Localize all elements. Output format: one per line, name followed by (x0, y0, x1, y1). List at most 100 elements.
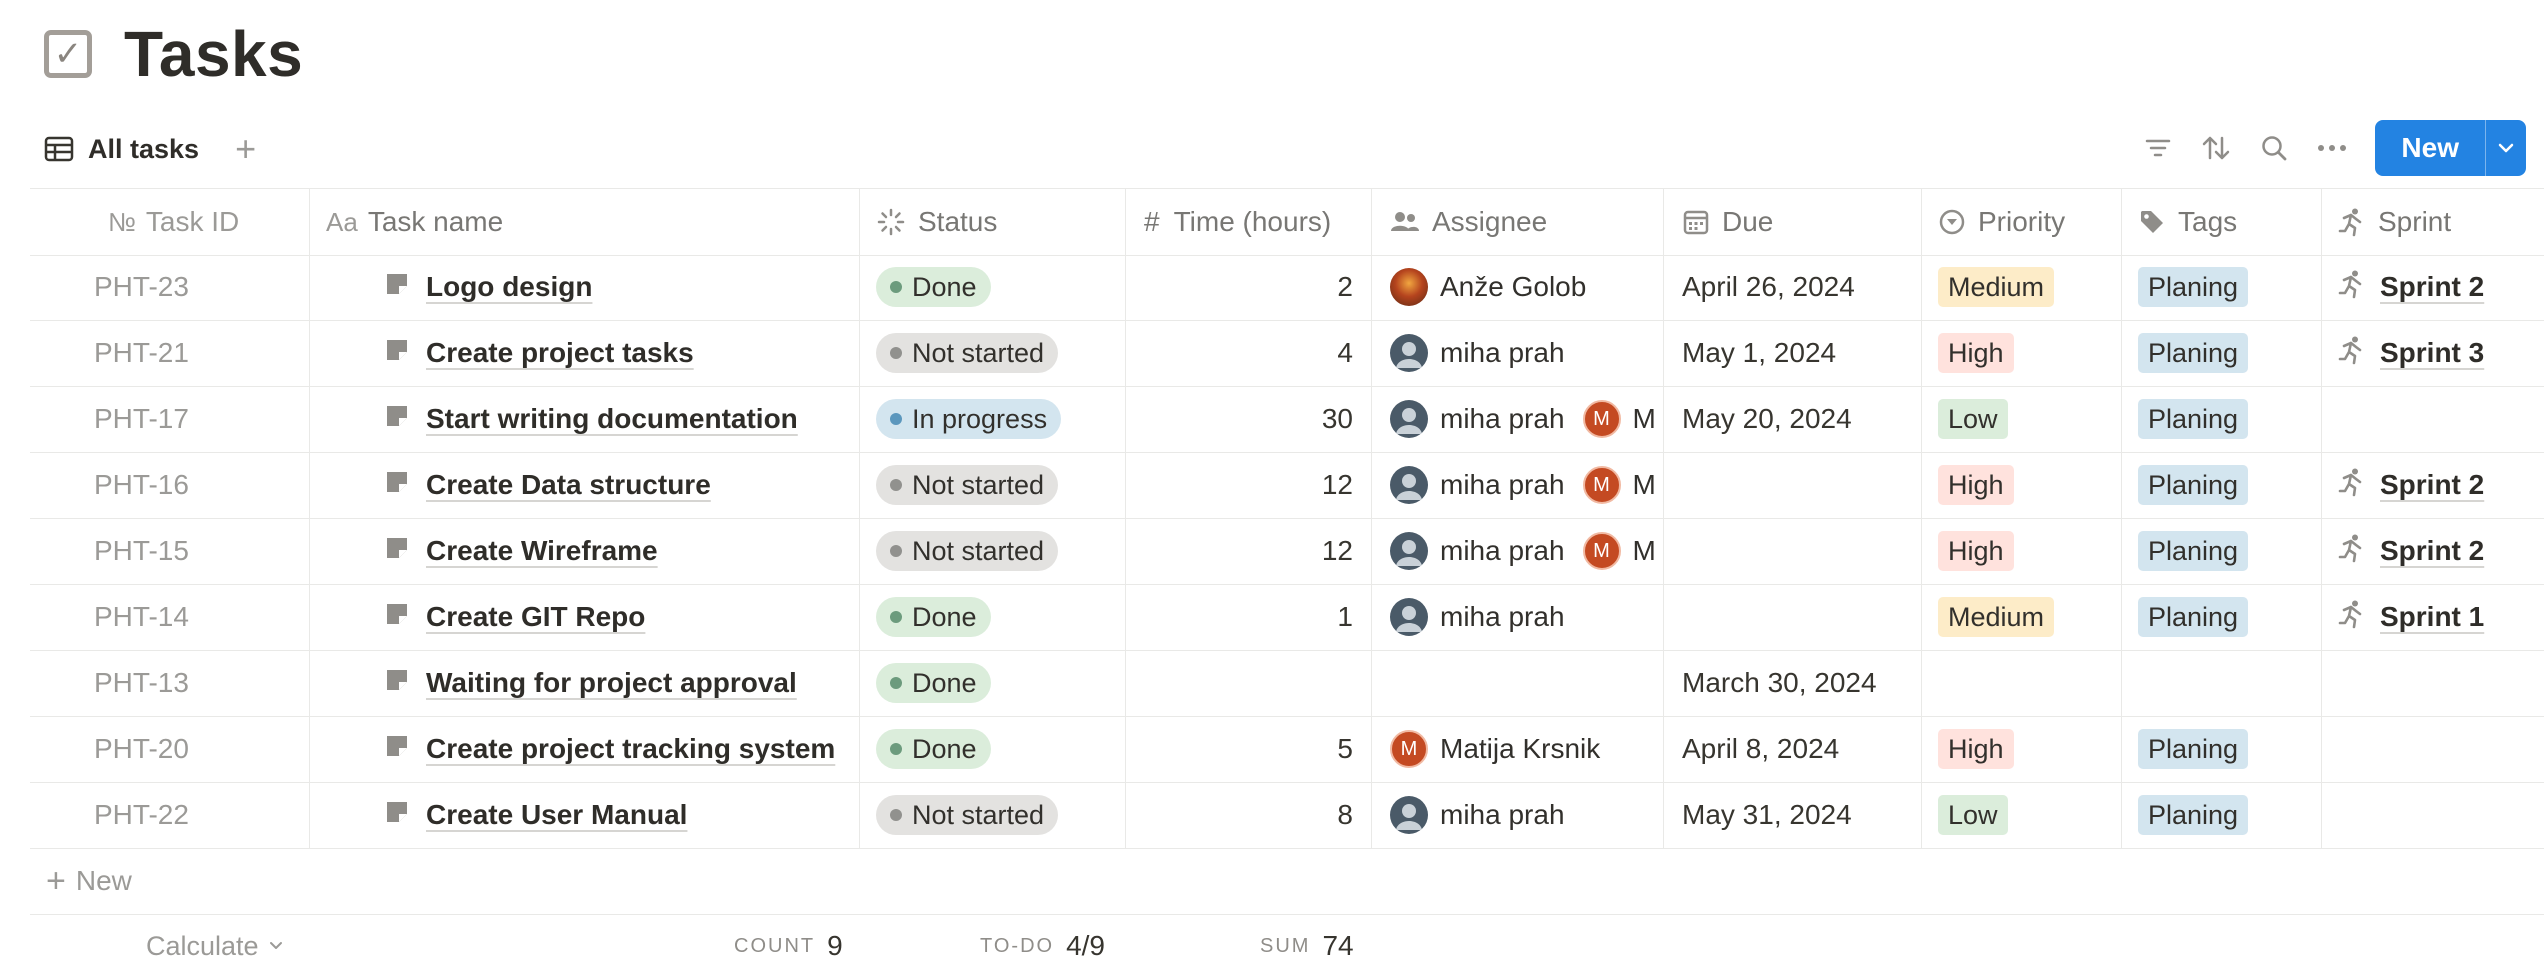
task-id-cell[interactable]: PHT-17 (30, 386, 310, 452)
table-row[interactable]: PHT-20 Create project tracking system Done… (30, 716, 2544, 783)
sprint-link[interactable]: Sprint 2 (2380, 469, 2484, 501)
assignee-cell[interactable]: miha prah (1372, 584, 1664, 650)
task-id-cell[interactable]: PHT-22 (30, 782, 310, 848)
due-cell[interactable]: April 26, 2024 (1664, 254, 1922, 320)
sprint-link[interactable]: Sprint 3 (2380, 337, 2484, 369)
task-id-cell[interactable]: PHT-16 (30, 452, 310, 518)
status-cell[interactable]: In progress (860, 386, 1126, 452)
table-row[interactable]: PHT-15 Create Wireframe Not started 12 miha … (30, 518, 2544, 585)
tags-cell[interactable]: Planing (2122, 782, 2322, 848)
new-button[interactable]: New (2375, 120, 2485, 176)
task-name-cell[interactable]: Start writing documentation (310, 386, 860, 452)
task-name-link[interactable]: Logo design (426, 271, 592, 303)
due-cell[interactable] (1664, 452, 1922, 518)
task-name-link[interactable]: Create project tracking system (426, 733, 835, 765)
filter-icon[interactable] (2129, 120, 2187, 176)
priority-cell[interactable] (1922, 650, 2122, 716)
sprint-link[interactable]: Sprint 2 (2380, 271, 2484, 303)
sum-aggregate[interactable]: SUM 74 (1260, 918, 1354, 974)
tags-cell[interactable]: Planing (2122, 584, 2322, 650)
task-id-cell[interactable]: PHT-15 (30, 518, 310, 584)
table-row[interactable]: PHT-17 Start writing documentation In prog… (30, 386, 2544, 453)
tags-cell[interactable]: Planing (2122, 254, 2322, 320)
status-cell[interactable]: Not started (860, 782, 1126, 848)
due-cell[interactable]: April 8, 2024 (1664, 716, 1922, 782)
status-cell[interactable]: Done (860, 716, 1126, 782)
assignee-cell[interactable]: M Matija Krsnik (1372, 716, 1664, 782)
search-icon[interactable] (2245, 120, 2303, 176)
table-row[interactable]: PHT-22 Create User Manual Not started 8 miha… (30, 782, 2544, 849)
task-name-link[interactable]: Create User Manual (426, 799, 687, 831)
task-name-link[interactable]: Create Data structure (426, 469, 711, 501)
assignee-cell[interactable]: miha prah M M (1372, 452, 1664, 518)
task-name-link[interactable]: Create project tasks (426, 337, 694, 369)
column-tags[interactable]: Tags (2122, 189, 2322, 255)
task-name-cell[interactable]: Create project tasks (310, 320, 860, 386)
priority-cell[interactable]: High (1922, 716, 2122, 782)
table-row[interactable]: PHT-16 Create Data structure Not started 12… (30, 452, 2544, 519)
status-cell[interactable]: Not started (860, 320, 1126, 386)
status-cell[interactable]: Not started (860, 452, 1126, 518)
assignee-cell[interactable] (1372, 650, 1664, 716)
tags-cell[interactable]: Planing (2122, 386, 2322, 452)
column-assignee[interactable]: Assignee (1372, 189, 1664, 255)
task-name-link[interactable]: Create Wireframe (426, 535, 658, 567)
checkbox-icon[interactable]: ✓ (44, 30, 92, 78)
sprint-cell[interactable]: Sprint 1 (2322, 584, 2544, 650)
sprint-cell[interactable]: Sprint 2 (2322, 452, 2544, 518)
tags-cell[interactable]: Planing (2122, 320, 2322, 386)
sprint-cell[interactable] (2322, 782, 2544, 848)
priority-cell[interactable]: Medium (1922, 584, 2122, 650)
task-name-link[interactable]: Create GIT Repo (426, 601, 645, 633)
time-cell[interactable]: 1 (1126, 584, 1372, 650)
sprint-cell[interactable]: Sprint 2 (2322, 254, 2544, 320)
calculate-menu[interactable]: Calculate (146, 918, 285, 974)
due-cell[interactable] (1664, 584, 1922, 650)
task-name-cell[interactable]: Create GIT Repo (310, 584, 860, 650)
status-cell[interactable]: Done (860, 650, 1126, 716)
tags-cell[interactable]: Planing (2122, 518, 2322, 584)
assignee-cell[interactable]: miha prah (1372, 782, 1664, 848)
priority-cell[interactable]: High (1922, 320, 2122, 386)
status-cell[interactable]: Done (860, 254, 1126, 320)
task-id-cell[interactable]: PHT-21 (30, 320, 310, 386)
column-status[interactable]: Status (860, 189, 1126, 255)
priority-cell[interactable]: High (1922, 518, 2122, 584)
add-row-button[interactable]: + New (30, 848, 2544, 915)
assignee-cell[interactable]: Anže Golob (1372, 254, 1664, 320)
due-cell[interactable]: May 20, 2024 (1664, 386, 1922, 452)
chevron-down-icon[interactable] (2485, 120, 2526, 176)
due-cell[interactable] (1664, 518, 1922, 584)
status-cell[interactable]: Not started (860, 518, 1126, 584)
status-cell[interactable]: Done (860, 584, 1126, 650)
tags-cell[interactable]: Planing (2122, 716, 2322, 782)
column-priority[interactable]: Priority (1922, 189, 2122, 255)
todo-aggregate[interactable]: TO-DO 4/9 (980, 918, 1105, 974)
task-name-cell[interactable]: Logo design (310, 254, 860, 320)
assignee-cell[interactable]: miha prah (1372, 320, 1664, 386)
task-id-cell[interactable]: PHT-20 (30, 716, 310, 782)
task-name-cell[interactable]: Create Data structure (310, 452, 860, 518)
column-due[interactable]: Due (1664, 189, 1922, 255)
task-name-link[interactable]: Start writing documentation (426, 403, 798, 435)
column-task-id[interactable]: № Task ID (30, 189, 310, 255)
due-cell[interactable]: May 31, 2024 (1664, 782, 1922, 848)
priority-cell[interactable]: Low (1922, 782, 2122, 848)
priority-cell[interactable]: Medium (1922, 254, 2122, 320)
time-cell[interactable]: 5 (1126, 716, 1372, 782)
count-aggregate[interactable]: COUNT 9 (734, 918, 843, 974)
time-cell[interactable]: 2 (1126, 254, 1372, 320)
time-cell[interactable]: 12 (1126, 518, 1372, 584)
add-view-button[interactable]: + (235, 131, 256, 167)
task-name-cell[interactable]: Create project tracking system (310, 716, 860, 782)
task-name-cell[interactable]: Create User Manual (310, 782, 860, 848)
time-cell[interactable]: 4 (1126, 320, 1372, 386)
sprint-cell[interactable] (2322, 650, 2544, 716)
time-cell[interactable]: 8 (1126, 782, 1372, 848)
assignee-cell[interactable]: miha prah M M (1372, 518, 1664, 584)
time-cell[interactable] (1126, 650, 1372, 716)
tab-all-tasks[interactable]: All tasks (44, 134, 199, 165)
task-name-link[interactable]: Waiting for project approval (426, 667, 797, 699)
table-row[interactable]: PHT-14 Create GIT Repo Done 1 miha prah Mediu… (30, 584, 2544, 651)
sprint-cell[interactable]: Sprint 2 (2322, 518, 2544, 584)
